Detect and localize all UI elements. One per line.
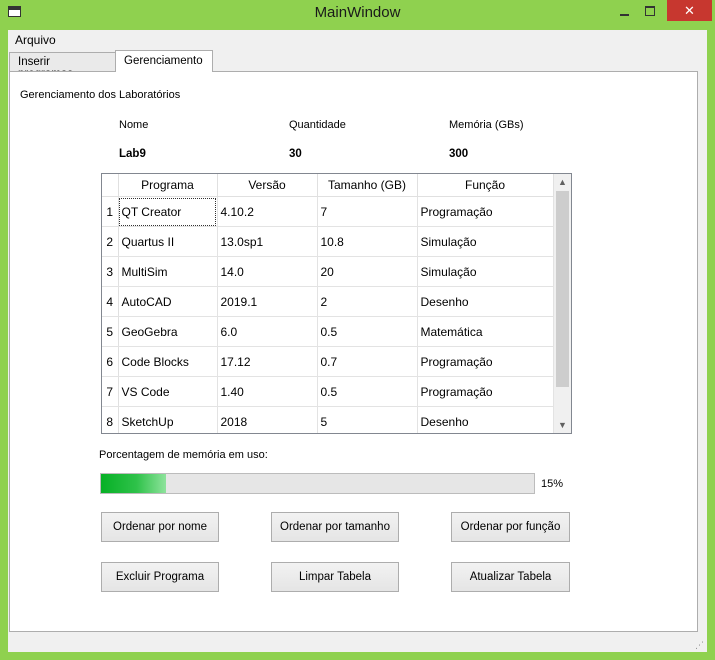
row-header[interactable]: 3	[102, 256, 119, 287]
clear-table-button[interactable]: Limpar Tabela	[271, 562, 399, 592]
column-header-programa[interactable]: Programa	[118, 174, 218, 197]
cell-function[interactable]: Programação	[417, 196, 554, 227]
table-row[interactable]: 6 Code Blocks 17.12 0.7 Programação	[102, 346, 554, 377]
cell-function[interactable]: Desenho	[417, 406, 554, 433]
cell-program[interactable]: Code Blocks	[118, 346, 218, 377]
cell-size[interactable]: 5	[317, 406, 418, 433]
cell-size[interactable]: 20	[317, 256, 418, 287]
title-bar: MainWindow ✕	[0, 0, 715, 30]
table-row[interactable]: 2 Quartus II 13.0sp1 10.8 Simulação	[102, 226, 554, 257]
cell-program[interactable]: AutoCAD	[118, 286, 218, 317]
cell-version[interactable]: 13.0sp1	[217, 226, 318, 257]
cell-function[interactable]: Desenho	[417, 286, 554, 317]
sort-by-function-button[interactable]: Ordenar por função	[451, 512, 570, 542]
programs-table[interactable]: Programa Versão Tamanho (GB) Função 1 QT…	[101, 173, 572, 434]
row-header[interactable]: 6	[102, 346, 119, 377]
gerenciamento-panel: Gerenciamento dos Laboratórios Nome Quan…	[9, 71, 698, 632]
menu-arquivo[interactable]: Arquivo	[15, 33, 56, 47]
window-title: MainWindow	[314, 4, 401, 21]
cell-version[interactable]: 17.12	[217, 346, 318, 377]
cell-program[interactable]: MultiSim	[118, 256, 218, 287]
section-title: Gerenciamento dos Laboratórios	[20, 89, 181, 101]
scroll-up-icon[interactable]: ▲	[554, 174, 571, 190]
cell-function[interactable]: Simulação	[417, 256, 554, 287]
scrollbar-thumb[interactable]	[556, 191, 569, 387]
scroll-down-icon[interactable]: ▼	[554, 417, 571, 433]
table-row[interactable]: 3 MultiSim 14.0 20 Simulação	[102, 256, 554, 287]
column-header-tamanho[interactable]: Tamanho (GB)	[317, 174, 418, 197]
column-header-versao[interactable]: Versão	[217, 174, 318, 197]
cell-version[interactable]: 4.10.2	[217, 196, 318, 227]
cell-version[interactable]: 2019.1	[217, 286, 318, 317]
table-row[interactable]: 4 AutoCAD 2019.1 2 Desenho	[102, 286, 554, 317]
cell-size[interactable]: 10.8	[317, 226, 418, 257]
table-row[interactable]: 8 SketchUp 2018 5 Desenho	[102, 406, 554, 433]
column-header-funcao[interactable]: Função	[417, 174, 554, 197]
memory-progress-bar	[100, 473, 535, 494]
tab-inserir-programas[interactable]: Inserir programas	[9, 52, 116, 80]
lab-quantity-header: Quantidade	[289, 119, 346, 131]
cell-program[interactable]: GeoGebra	[118, 316, 218, 347]
memory-percent-text: 15%	[541, 478, 564, 490]
cell-program[interactable]: SketchUp	[118, 406, 218, 433]
minimize-button[interactable]	[615, 0, 633, 21]
table-vertical-scrollbar[interactable]: ▲ ▼	[554, 174, 571, 433]
tab-gerenciamento[interactable]: Gerenciamento	[115, 50, 213, 72]
cell-function[interactable]: Programação	[417, 376, 554, 407]
cell-program[interactable]: Quartus II	[118, 226, 218, 257]
main-window-client: Arquivo Inserir programas Gerenciamento …	[8, 30, 707, 652]
close-icon: ✕	[684, 2, 695, 18]
row-header[interactable]: 5	[102, 316, 119, 347]
cell-version[interactable]: 2018	[217, 406, 318, 433]
lab-name-header: Nome	[119, 119, 149, 131]
table-header-row: Programa Versão Tamanho (GB) Função	[102, 174, 554, 197]
row-header[interactable]: 7	[102, 376, 119, 407]
row-header[interactable]: 8	[102, 406, 119, 433]
cell-version[interactable]: 6.0	[217, 316, 318, 347]
memory-usage-label: Porcentagem de memória em uso:	[99, 449, 268, 461]
cell-size[interactable]: 0.5	[317, 376, 418, 407]
cell-size[interactable]: 0.7	[317, 346, 418, 377]
resize-grip-icon[interactable]: ⋰	[695, 641, 704, 650]
cell-function[interactable]: Simulação	[417, 226, 554, 257]
row-header[interactable]: 4	[102, 286, 119, 317]
update-table-button[interactable]: Atualizar Tabela	[451, 562, 570, 592]
lab-quantity-value: 30	[289, 148, 302, 160]
maximize-button[interactable]	[640, 0, 660, 21]
close-button[interactable]: ✕	[667, 0, 712, 21]
lab-name-value: Lab9	[119, 148, 146, 160]
memory-progress-fill	[101, 474, 166, 493]
sort-by-size-button[interactable]: Ordenar por tamanho	[271, 512, 399, 542]
delete-program-button[interactable]: Excluir Programa	[101, 562, 219, 592]
table-row[interactable]: 7 VS Code 1.40 0.5 Programação	[102, 376, 554, 407]
cell-program[interactable]: VS Code	[118, 376, 218, 407]
row-header[interactable]: 2	[102, 226, 119, 257]
minimize-icon	[619, 13, 629, 16]
maximize-icon	[645, 5, 655, 16]
cell-size[interactable]: 2	[317, 286, 418, 317]
table-row[interactable]: 1 QT Creator 4.10.2 7 Programação	[102, 196, 554, 227]
lab-memory-header: Memória (GBs)	[449, 119, 524, 131]
lab-memory-value: 300	[449, 148, 469, 160]
cell-function[interactable]: Programação	[417, 346, 554, 377]
corner-header[interactable]	[102, 174, 119, 197]
table-row[interactable]: 5 GeoGebra 6.0 0.5 Matemática	[102, 316, 554, 347]
menu-bar: Arquivo	[8, 30, 707, 50]
cell-function[interactable]: Matemática	[417, 316, 554, 347]
cell-size[interactable]: 0.5	[317, 316, 418, 347]
cell-version[interactable]: 14.0	[217, 256, 318, 287]
sort-by-name-button[interactable]: Ordenar por nome	[101, 512, 219, 542]
row-header[interactable]: 1	[102, 196, 119, 227]
cell-version[interactable]: 1.40	[217, 376, 318, 407]
cell-program[interactable]: QT Creator	[118, 196, 218, 227]
cell-size[interactable]: 7	[317, 196, 418, 227]
